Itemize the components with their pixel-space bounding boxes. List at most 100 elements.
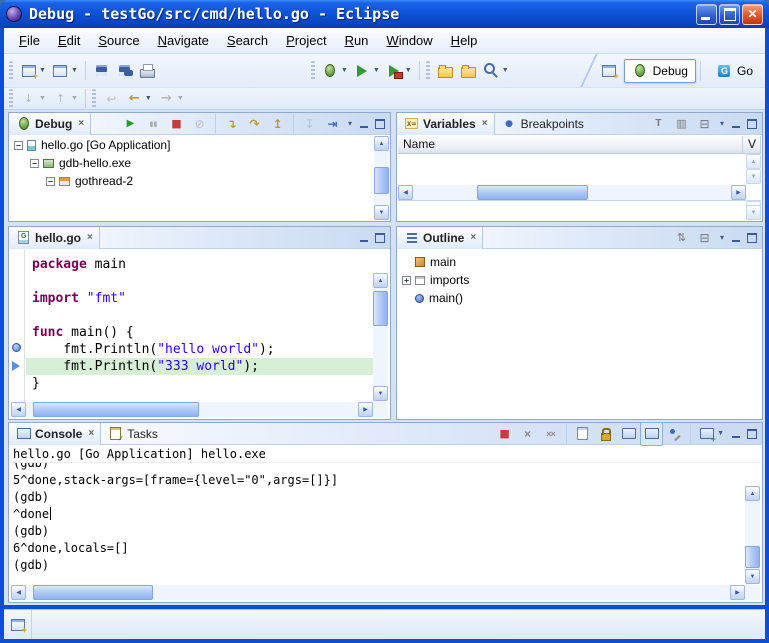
scrollbar-thumb[interactable] [373, 291, 388, 326]
remove-all-launches-button[interactable] [539, 422, 562, 446]
console-horizontal-scrollbar[interactable]: ◀▶ [11, 585, 745, 600]
scroll-left-button[interactable]: ◀ [11, 585, 26, 600]
minimize-view-icon[interactable] [356, 231, 371, 245]
tab-tasks[interactable]: Tasks [101, 423, 164, 445]
sort-button[interactable] [670, 226, 693, 250]
tree-item[interactable]: main [398, 253, 761, 271]
debug-vertical-scrollbar[interactable]: ▲▼ [374, 136, 389, 220]
toolbar-drag-handle[interactable] [92, 89, 96, 109]
save-all-button[interactable] [113, 59, 136, 83]
menu-help[interactable]: Help [442, 30, 487, 51]
close-icon[interactable]: × [87, 232, 93, 243]
menu-search[interactable]: Search [218, 30, 277, 51]
menu-edit[interactable]: Edit [49, 30, 89, 51]
toolbar-drag-handle[interactable] [9, 61, 13, 81]
console-display-button[interactable] [617, 422, 640, 446]
editor-vertical-scrollbar[interactable]: ▲▼ [373, 273, 388, 401]
close-icon[interactable]: × [78, 118, 84, 129]
outline-tree[interactable]: main+importsmain() [398, 250, 761, 418]
scroll-left-button[interactable]: ◀ [11, 402, 26, 417]
perspective-go-button[interactable]: Go [708, 59, 761, 83]
tab-outline[interactable]: Outline × [397, 227, 483, 249]
maximize-view-icon[interactable] [744, 427, 759, 441]
new-project-button[interactable]: ▼ [49, 59, 81, 83]
toolbar-drag-handle[interactable] [426, 61, 430, 81]
variables-horizontal-scrollbar[interactable]: ◀▶ [398, 185, 746, 200]
terminate-button[interactable] [165, 112, 188, 136]
remove-launch-button[interactable] [516, 422, 539, 446]
variables-detail-pane[interactable]: ▲▼ [398, 200, 761, 220]
scroll-up-button[interactable]: ▲ [373, 273, 388, 288]
scroll-down-button[interactable]: ▼ [745, 569, 760, 584]
save-button[interactable] [90, 59, 113, 83]
scroll-up-button[interactable]: ▲ [745, 486, 760, 501]
maximize-view-icon[interactable] [372, 117, 387, 131]
expander-minus-icon[interactable]: − [14, 141, 23, 150]
minimize-view-icon[interactable] [728, 117, 743, 131]
scroll-left-button[interactable]: ◀ [398, 185, 413, 200]
tree-item[interactable]: −gdb-hello.exe [10, 154, 374, 172]
scrollbar-thumb[interactable] [745, 546, 760, 568]
column-name[interactable]: Name [398, 136, 743, 154]
terminate-button[interactable] [493, 422, 516, 446]
debug-launch-tree[interactable]: −hello.go [Go Application]−gdb-hello.exe… [10, 136, 374, 220]
close-icon[interactable]: × [470, 232, 476, 243]
scroll-right-button[interactable]: ▶ [731, 185, 746, 200]
view-menu-icon[interactable]: ▾ [345, 119, 355, 128]
tab-variables[interactable]: Variables × [397, 113, 495, 135]
search-button[interactable]: ▼ [480, 59, 512, 83]
view-menu-icon[interactable]: ▾ [717, 119, 727, 128]
scroll-down-button[interactable]: ▼ [374, 205, 389, 220]
menu-window[interactable]: Window [377, 30, 441, 51]
breakpoint-icon[interactable] [12, 343, 21, 352]
editor-horizontal-scrollbar[interactable]: ◀▶ [11, 402, 373, 417]
scroll-right-button[interactable]: ▶ [358, 402, 373, 417]
tab-breakpoints[interactable]: Breakpoints [495, 113, 590, 135]
toolbar-drag-handle[interactable] [9, 89, 13, 109]
scrollbar-thumb[interactable] [33, 402, 199, 417]
code-editor[interactable]: package main import "fmt" func main() { … [26, 250, 373, 402]
minimize-view-icon[interactable] [356, 117, 371, 131]
tree-item[interactable]: −gothread-2 [10, 172, 374, 190]
pin-console-button[interactable] [663, 422, 686, 446]
menu-navigate[interactable]: Navigate [149, 30, 218, 51]
external-tools-button[interactable]: ▼ [383, 59, 415, 83]
console-display2-button[interactable] [640, 422, 663, 446]
show-logical-button[interactable] [670, 112, 693, 136]
tree-item[interactable]: −hello.go [Go Application] [10, 136, 374, 154]
scrollbar-thumb[interactable] [374, 167, 389, 194]
expander-plus-icon[interactable]: + [402, 276, 411, 285]
collapse-all-button[interactable] [693, 226, 716, 250]
collapse-all-button[interactable] [693, 112, 716, 136]
clear-console-button[interactable] [571, 422, 594, 446]
print-button[interactable] [136, 59, 159, 83]
close-icon[interactable]: × [482, 118, 488, 129]
window-minimize-button[interactable] [696, 4, 717, 25]
window-close-button[interactable]: ✕ [742, 4, 763, 25]
menu-source[interactable]: Source [89, 30, 148, 51]
variables-list[interactable] [398, 154, 746, 184]
step-over-button[interactable] [243, 112, 266, 136]
tab-console[interactable]: Console × [9, 423, 101, 445]
debug-button[interactable]: ▼ [319, 59, 351, 83]
menu-run[interactable]: Run [336, 30, 378, 51]
tab-debug[interactable]: Debug × [9, 113, 91, 135]
perspective-debug-button[interactable]: Debug [624, 59, 696, 83]
tree-item[interactable]: main() [398, 289, 761, 307]
minimize-view-icon[interactable] [728, 427, 743, 441]
expander-minus-icon[interactable]: − [46, 177, 55, 186]
show-types-button[interactable] [647, 112, 670, 136]
open-perspective-button[interactable] [598, 59, 621, 83]
tree-item[interactable]: +imports [398, 271, 761, 289]
tab-hello-go[interactable]: hello.go × [9, 227, 100, 249]
fast-view-bar[interactable] [4, 610, 32, 639]
close-icon[interactable]: × [88, 428, 94, 439]
window-maximize-button[interactable] [719, 4, 740, 25]
scrollbar-thumb[interactable] [33, 585, 153, 600]
new-wizard-button[interactable]: ▼ [17, 59, 49, 83]
run-button[interactable]: ▼ [351, 59, 383, 83]
step-into-button[interactable] [220, 112, 243, 136]
scrollbar-thumb[interactable] [477, 185, 588, 200]
scroll-up-button[interactable]: ▲ [374, 136, 389, 151]
scroll-down-button[interactable]: ▼ [373, 386, 388, 401]
